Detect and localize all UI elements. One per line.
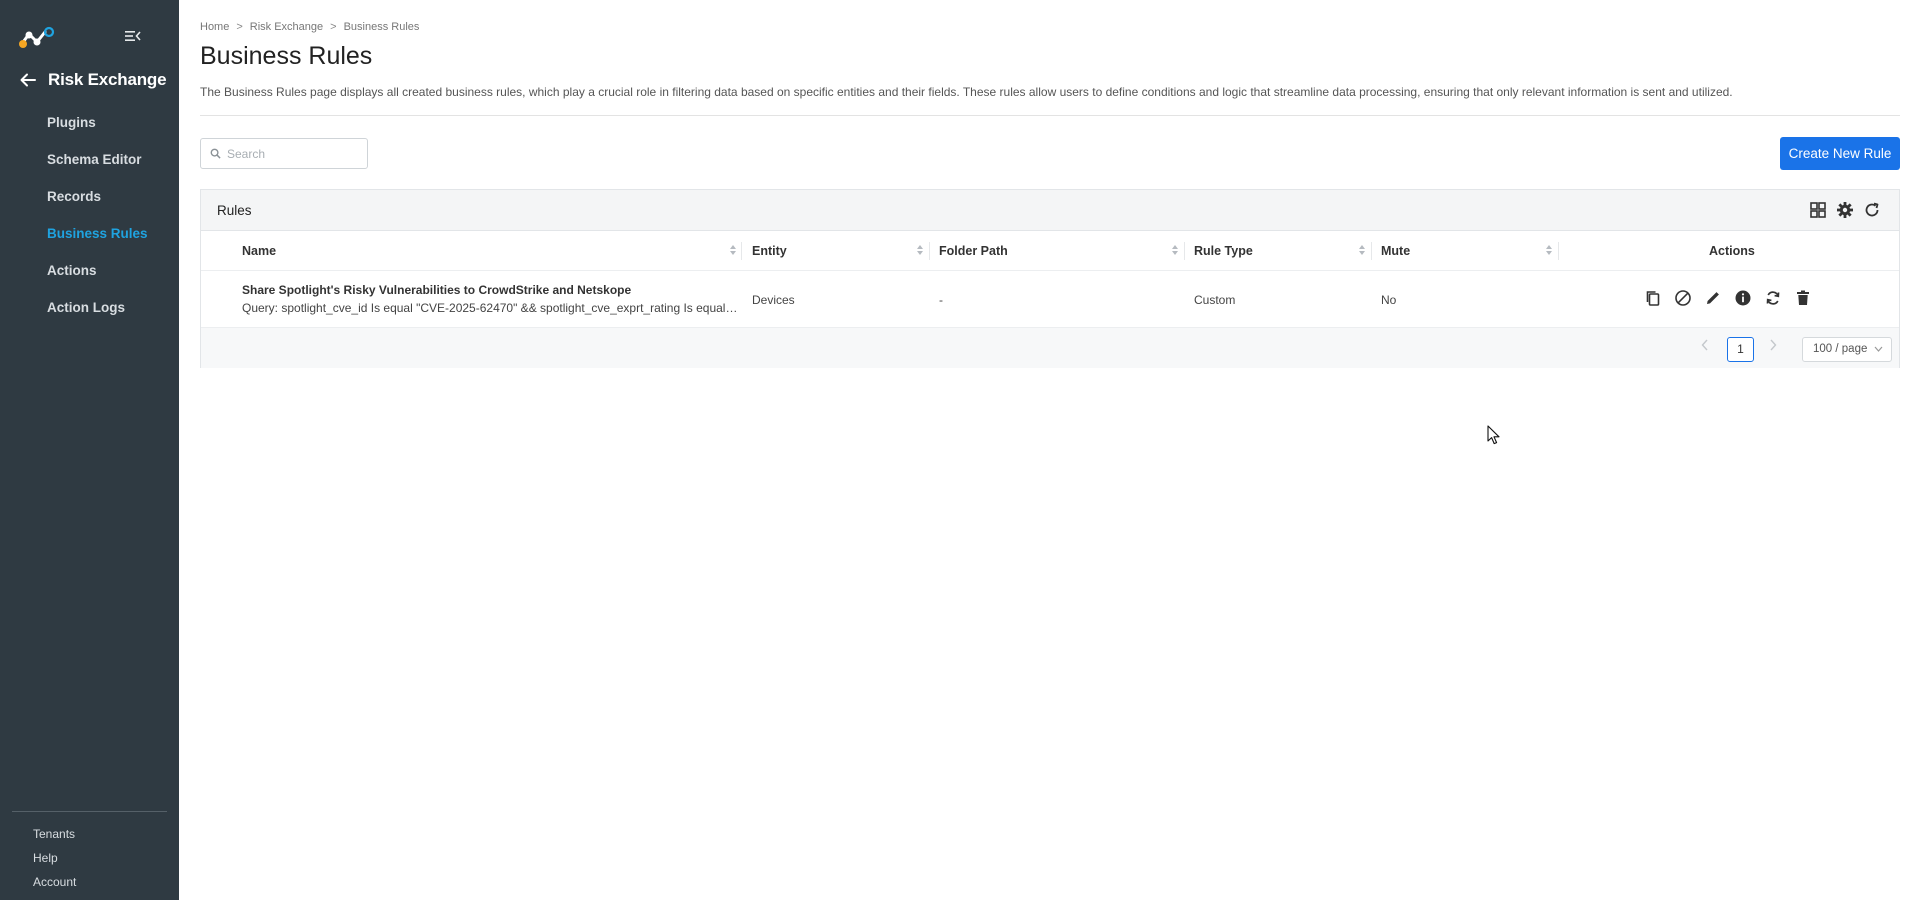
settings-gear-icon[interactable]	[1836, 201, 1854, 219]
page-size-value: 100 / page	[1813, 343, 1868, 355]
sort-icon[interactable]	[1358, 244, 1366, 256]
column-header-folder-path[interactable]: Folder Path	[939, 244, 1008, 258]
table-toolbar	[1809, 201, 1881, 219]
sidebar-item-action-logs[interactable]: Action Logs	[0, 297, 179, 334]
chevron-right-icon[interactable]	[1769, 339, 1783, 355]
footer-item-tenants[interactable]: Tenants	[33, 825, 76, 849]
rule-entity: Devices	[752, 293, 795, 307]
sidebar: Risk Exchange Plugins Schema Editor Reco…	[0, 0, 179, 900]
column-header-rule-type[interactable]: Rule Type	[1194, 244, 1253, 258]
table-title: Rules	[217, 203, 252, 218]
info-icon[interactable]	[1734, 289, 1752, 307]
main-content: Home > Risk Exchange > Business Rules Bu…	[179, 0, 1919, 900]
sort-icon[interactable]	[916, 244, 924, 256]
search-icon	[210, 148, 221, 159]
rule-query: Query: spotlight_cve_id Is equal "CVE-20…	[242, 301, 740, 315]
chevron-down-icon	[1874, 338, 1883, 361]
sidebar-item-actions[interactable]: Actions	[0, 260, 179, 297]
rule-name[interactable]: Share Spotlight's Risky Vulnerabilities …	[242, 283, 631, 297]
sidebar-divider	[12, 811, 167, 812]
search-box[interactable]	[200, 138, 368, 169]
collapse-menu-icon[interactable]	[124, 28, 142, 44]
delete-icon[interactable]	[1794, 289, 1812, 307]
search-input[interactable]	[227, 146, 357, 161]
sidebar-title: Risk Exchange	[48, 70, 167, 89]
breadcrumb-current: Business Rules	[343, 21, 420, 33]
rule-folder-path: -	[939, 293, 943, 307]
rules-table-card: Rules Name Entity Folder Path Rule Type …	[200, 189, 1900, 368]
chevron-left-icon[interactable]	[1701, 339, 1715, 355]
sidebar-item-schema-editor[interactable]: Schema Editor	[0, 149, 179, 186]
breadcrumb: Home > Risk Exchange > Business Rules	[200, 21, 419, 33]
breadcrumb-separator: >	[236, 21, 243, 33]
column-header-mute[interactable]: Mute	[1381, 244, 1410, 258]
sort-icon[interactable]	[1171, 244, 1179, 256]
table-row[interactable]: Share Spotlight's Risky Vulnerabilities …	[201, 271, 1899, 328]
back-to-risk-exchange[interactable]: Risk Exchange	[20, 70, 167, 90]
column-divider	[1371, 242, 1372, 260]
sidebar-item-records[interactable]: Records	[0, 186, 179, 223]
refresh-icon[interactable]	[1863, 201, 1881, 219]
edit-icon[interactable]	[1704, 289, 1722, 307]
sort-icon[interactable]	[1545, 244, 1553, 256]
column-header-entity[interactable]: Entity	[752, 244, 787, 258]
sidebar-nav: Plugins Schema Editor Records Business R…	[0, 112, 179, 334]
app-root: Risk Exchange Plugins Schema Editor Reco…	[0, 0, 1919, 900]
sync-icon[interactable]	[1764, 289, 1782, 307]
column-divider	[929, 242, 930, 260]
sidebar-footer: Tenants Help Account	[33, 825, 76, 897]
arrow-left-icon	[20, 73, 36, 87]
column-header-actions: Actions	[1709, 244, 1755, 258]
footer-item-help[interactable]: Help	[33, 849, 76, 873]
breadcrumb-separator: >	[330, 21, 337, 33]
pagination: 1 100 / page	[201, 328, 1899, 368]
column-divider	[1184, 242, 1185, 260]
rule-type: Custom	[1194, 293, 1236, 307]
column-divider	[741, 242, 742, 260]
sidebar-item-plugins[interactable]: Plugins	[0, 112, 179, 149]
column-divider	[1558, 242, 1559, 260]
copy-icon[interactable]	[1644, 289, 1662, 307]
grid-view-icon[interactable]	[1809, 201, 1827, 219]
table-header-bar: Rules	[201, 190, 1899, 231]
row-actions	[1644, 289, 1812, 307]
sort-icon[interactable]	[729, 244, 737, 256]
header-divider	[200, 115, 1900, 116]
rule-mute: No	[1381, 293, 1397, 307]
page-title: Business Rules	[200, 42, 373, 70]
table-column-headers: Name Entity Folder Path Rule Type Mute A…	[201, 231, 1899, 271]
page-number-current[interactable]: 1	[1727, 337, 1754, 362]
disable-icon[interactable]	[1674, 289, 1692, 307]
footer-item-account[interactable]: Account	[33, 873, 76, 897]
breadcrumb-home[interactable]: Home	[200, 21, 229, 33]
page-description: The Business Rules page displays all cre…	[200, 85, 1733, 99]
mouse-cursor-icon	[1487, 425, 1500, 445]
breadcrumb-risk-exchange[interactable]: Risk Exchange	[250, 21, 323, 33]
company-logo[interactable]	[18, 26, 58, 48]
sidebar-item-business-rules[interactable]: Business Rules	[0, 223, 179, 260]
column-header-name[interactable]: Name	[242, 244, 276, 258]
page-size-select[interactable]: 100 / page	[1802, 337, 1892, 362]
create-new-rule-button[interactable]: Create New Rule	[1780, 137, 1900, 170]
